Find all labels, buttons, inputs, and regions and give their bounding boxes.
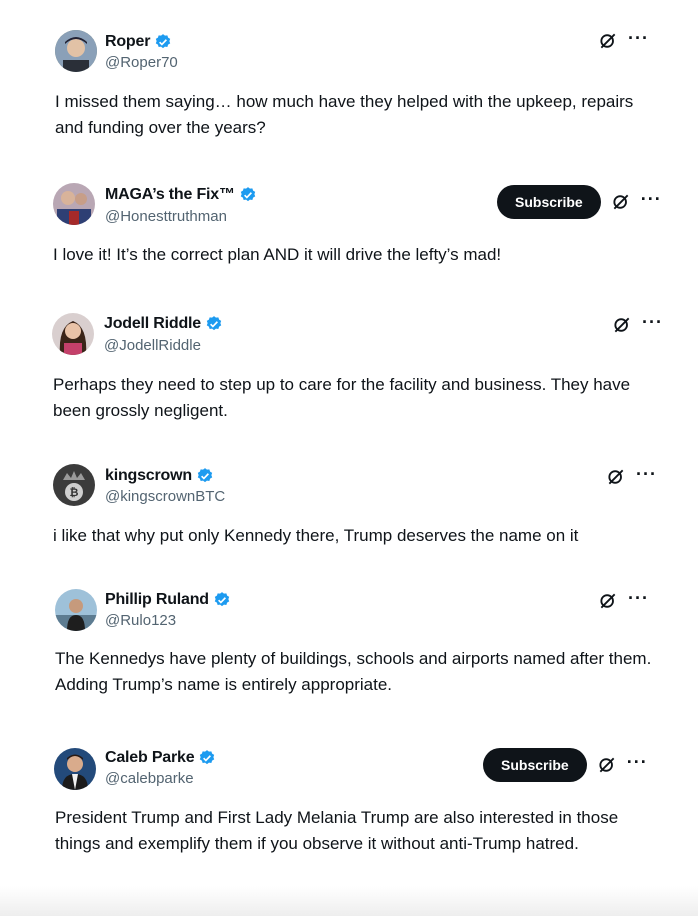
post-kingscrown[interactable]: ₿ kingscrown @kingscrownBTC ··· i like t… xyxy=(0,460,698,585)
author-handle[interactable]: @calebparke xyxy=(105,770,194,787)
subscribe-button[interactable]: Subscribe xyxy=(497,185,601,219)
post-jodell-riddle[interactable]: Jodell Riddle @JodellRiddle ··· Perhaps … xyxy=(0,305,698,460)
author-name[interactable]: Phillip Ruland xyxy=(105,591,209,609)
author-name[interactable]: Jodell Riddle xyxy=(104,315,201,333)
author-name[interactable]: MAGA’s the Fix™ xyxy=(105,186,235,204)
author-name[interactable]: Caleb Parke xyxy=(105,749,195,767)
avatar[interactable] xyxy=(55,589,97,631)
author-handle[interactable]: @Roper70 xyxy=(105,54,178,71)
post-text: The Kennedys have plenty of buildings, s… xyxy=(55,649,652,694)
svg-text:₿: ₿ xyxy=(70,486,79,499)
more-icon[interactable]: ··· xyxy=(641,190,662,210)
verified-badge-icon xyxy=(200,750,215,765)
avatar[interactable]: ₿ xyxy=(53,464,95,506)
avatar[interactable] xyxy=(52,313,94,355)
verified-badge-icon xyxy=(156,34,171,49)
post-text: Perhaps they need to step up to care for… xyxy=(53,375,631,420)
avatar[interactable] xyxy=(53,183,95,225)
grok-icon[interactable] xyxy=(598,31,618,51)
author-handle[interactable]: @Rulo123 xyxy=(105,612,176,629)
grok-icon[interactable] xyxy=(612,315,632,335)
more-icon[interactable]: ··· xyxy=(628,589,649,609)
author-name[interactable]: kingscrown xyxy=(105,467,192,485)
author-handle[interactable]: @JodellRiddle xyxy=(104,337,201,354)
verified-badge-icon xyxy=(197,468,213,483)
post-phillip-ruland[interactable]: Phillip Ruland @Rulo123 ··· The Kennedys… xyxy=(0,585,698,740)
grok-icon[interactable] xyxy=(597,755,617,775)
grok-icon[interactable] xyxy=(611,192,631,212)
verified-badge-icon xyxy=(240,187,255,202)
post-text: I missed them saying… how much have they… xyxy=(55,92,634,137)
avatar[interactable] xyxy=(55,30,97,72)
more-icon[interactable]: ··· xyxy=(636,465,657,485)
post-maga[interactable]: MAGA’s the Fix™ @Honesttruthman Subscrib… xyxy=(0,170,698,305)
more-icon[interactable]: ··· xyxy=(628,29,649,49)
post-text: i like that why put only Kennedy there, … xyxy=(53,526,579,545)
bottom-fade xyxy=(0,886,698,916)
avatar[interactable] xyxy=(54,748,96,790)
grok-icon[interactable] xyxy=(606,467,626,487)
more-icon[interactable]: ··· xyxy=(627,753,648,773)
subscribe-button[interactable]: Subscribe xyxy=(483,748,587,782)
more-icon[interactable]: ··· xyxy=(642,313,663,333)
post-roper[interactable]: Roper @Roper70 ··· I missed them saying…… xyxy=(0,0,698,170)
verified-badge-icon xyxy=(206,316,222,331)
post-text: President Trump and First Lady Melania T… xyxy=(55,808,619,853)
post-text: I love it! It’s the correct plan AND it … xyxy=(53,245,502,264)
verified-badge-icon xyxy=(214,592,230,607)
author-handle[interactable]: @kingscrownBTC xyxy=(105,488,225,505)
author-name[interactable]: Roper xyxy=(105,33,150,51)
author-handle[interactable]: @Honesttruthman xyxy=(105,208,227,225)
grok-icon[interactable] xyxy=(598,591,618,611)
